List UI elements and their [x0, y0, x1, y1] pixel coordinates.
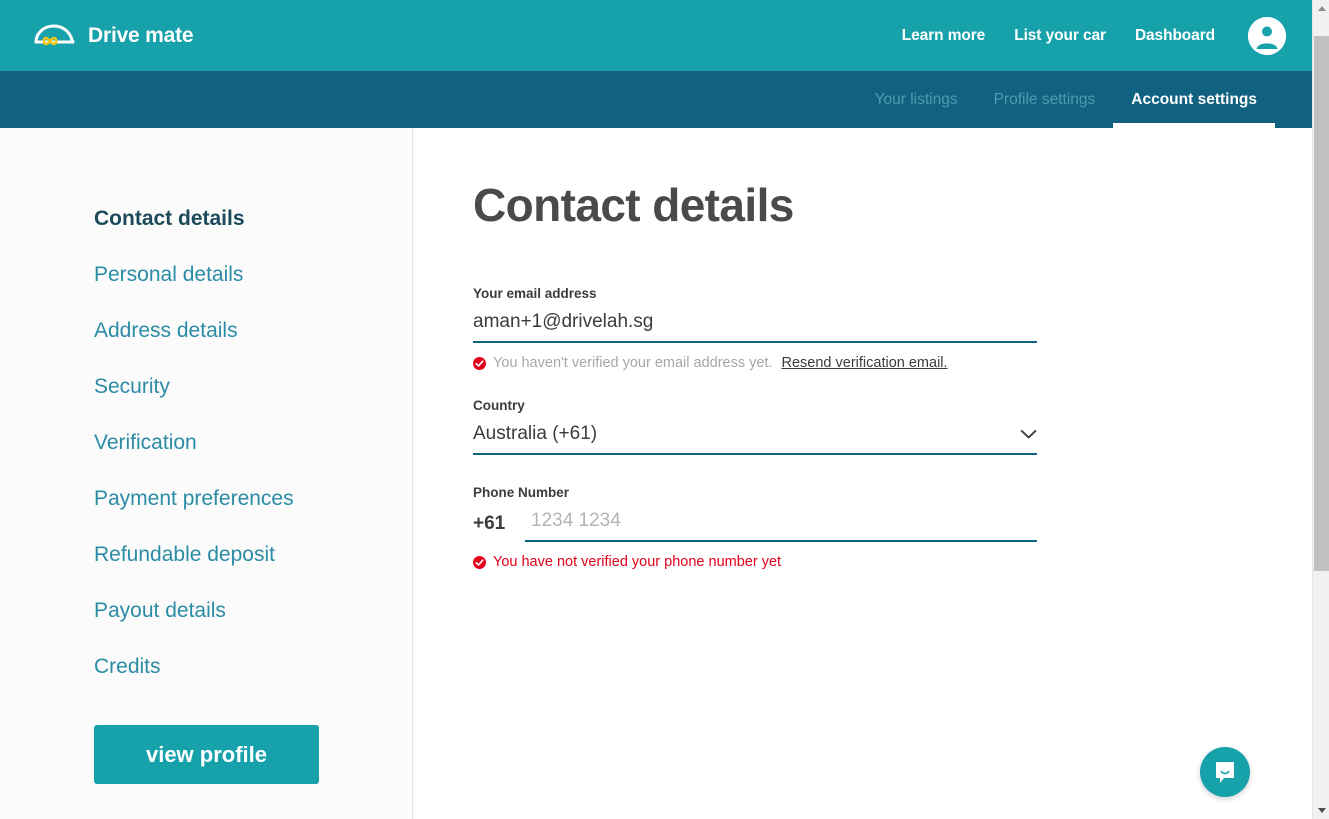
chat-bubble-smile-icon [1216, 762, 1234, 783]
sidebar-item-label: Contact details [94, 207, 245, 230]
site-header: Drive mate Learn more List your car Dash… [0, 0, 1312, 71]
tab-account-settings-label: Account settings [1131, 90, 1257, 108]
settings-sidebar: Contact details Personal details Address… [0, 128, 413, 819]
phone-verification-error: You have not verified your phone number … [473, 554, 1312, 570]
scroll-down-arrow-icon[interactable] [1313, 802, 1329, 819]
phone-field-group: Phone Number +61 [473, 485, 1037, 542]
sidebar-item-label: Address details [94, 319, 238, 342]
phone-input[interactable] [525, 508, 1037, 534]
car-infinity-logo-icon [34, 23, 75, 45]
sidebar-item-label: Verification [94, 431, 197, 454]
tab-account-settings[interactable]: Account settings [1113, 71, 1275, 128]
view-profile-button[interactable]: view profile [94, 725, 319, 784]
sidebar-item-verification[interactable]: Verification [0, 415, 412, 471]
scroll-up-arrow-icon[interactable] [1313, 0, 1329, 17]
page-title: Contact details [473, 179, 794, 231]
nav-link-list-your-car[interactable]: List your car [1014, 27, 1106, 45]
phone-field-label: Phone Number [473, 485, 570, 500]
settings-main-panel: Contact details Your email address You h… [413, 128, 1312, 819]
user-avatar-button[interactable] [1248, 16, 1286, 55]
view-profile-container: view profile [0, 695, 412, 784]
nav-link-learn-more[interactable]: Learn more [902, 27, 986, 45]
sidebar-item-label: Payment preferences [94, 487, 294, 510]
brand-name: Drive mate [88, 23, 194, 47]
sidebar-item-label: Refundable deposit [94, 543, 275, 566]
sidebar-item-label: Personal details [94, 263, 244, 286]
email-field-label: Your email address [473, 286, 597, 301]
phone-error-text: You have not verified your phone number … [493, 554, 782, 570]
sidebar-nav-list: Contact details Personal details Address… [0, 191, 412, 695]
browser-viewport: Drive mate Learn more List your car Dash… [0, 0, 1312, 819]
country-selected-value: Australia (+61) [473, 423, 598, 444]
sidebar-item-security[interactable]: Security [0, 359, 412, 415]
primary-nav: Learn more List your car Dashboard [902, 16, 1286, 55]
country-field-label: Country [473, 398, 525, 413]
sidebar-item-address-details[interactable]: Address details [0, 303, 412, 359]
sidebar-item-contact-details[interactable]: Contact details [0, 191, 412, 247]
verified-check-icon [473, 555, 486, 569]
secondary-nav: Your listings Profile settings Account s… [0, 71, 1312, 128]
email-verification-hint: You haven't verified your email address … [473, 355, 1312, 371]
page-body: Contact details Personal details Address… [0, 128, 1312, 819]
email-field-group: Your email address [473, 286, 1037, 343]
user-avatar-icon [1248, 16, 1286, 55]
sidebar-item-label: Credits [94, 655, 161, 678]
email-input-underline [473, 309, 1037, 343]
page-root: Drive mate Learn more List your car Dash… [0, 0, 1329, 819]
sidebar-item-credits[interactable]: Credits [0, 639, 412, 695]
sidebar-item-label: Payout details [94, 599, 226, 622]
phone-input-underline [525, 508, 1037, 542]
sidebar-item-label: Security [94, 375, 170, 398]
sidebar-item-personal-details[interactable]: Personal details [0, 247, 412, 303]
sidebar-item-payout-details[interactable]: Payout details [0, 583, 412, 639]
tab-profile-settings-label: Profile settings [993, 90, 1096, 108]
phone-country-prefix: +61 [473, 513, 506, 534]
tab-your-listings[interactable]: Your listings [857, 71, 976, 128]
scrollbar-thumb[interactable] [1314, 36, 1329, 571]
vertical-scrollbar[interactable] [1312, 0, 1329, 819]
tab-your-listings-label: Your listings [874, 90, 958, 108]
email-hint-text: You haven't verified your email address … [493, 355, 773, 371]
chat-launcher-button[interactable] [1200, 747, 1250, 797]
country-field-group: Country Australia (+61) [473, 398, 1037, 455]
country-select[interactable]: Australia (+61) [473, 421, 1037, 455]
sidebar-item-payment-preferences[interactable]: Payment preferences [0, 471, 412, 527]
verified-check-icon [473, 356, 486, 370]
nav-link-dashboard[interactable]: Dashboard [1135, 27, 1215, 45]
phone-input-row: +61 [473, 508, 1037, 542]
email-input[interactable] [473, 309, 1037, 335]
tab-profile-settings[interactable]: Profile settings [976, 71, 1114, 128]
sidebar-item-refundable-deposit[interactable]: Refundable deposit [0, 527, 412, 583]
chevron-down-icon [1020, 430, 1037, 439]
resend-verification-email-link[interactable]: Resend verification email. [782, 355, 948, 371]
brand-logo-link[interactable]: Drive mate [32, 21, 194, 51]
